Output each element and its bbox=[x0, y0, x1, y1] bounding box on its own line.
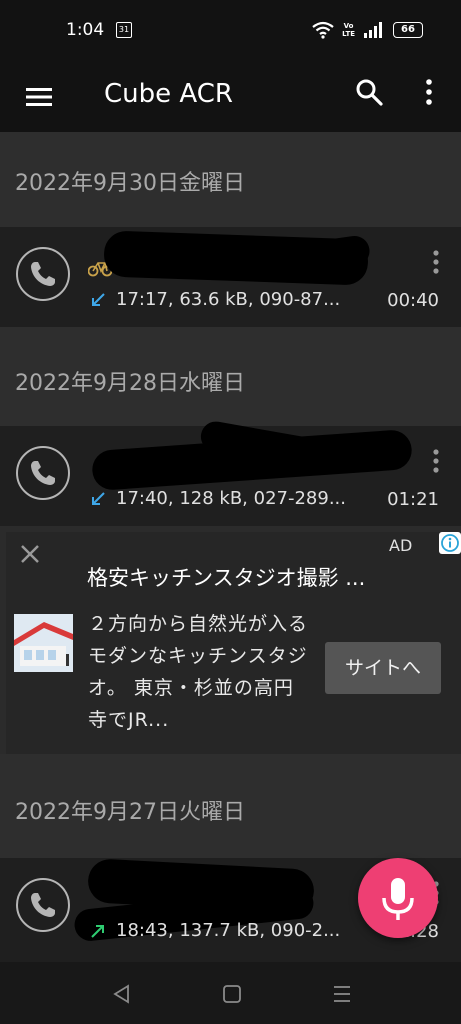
search-icon bbox=[356, 79, 383, 106]
call-details-text: 17:17, 63.6 kB, 090-87... bbox=[116, 289, 341, 310]
battery-icon: 66 bbox=[393, 22, 423, 38]
search-button[interactable] bbox=[354, 77, 384, 107]
phone-icon bbox=[16, 446, 70, 500]
status-bar: 1:04 31 Vo LTE 66 bbox=[0, 0, 461, 62]
recents-menu-icon bbox=[334, 986, 350, 1002]
nav-recents-button[interactable] bbox=[330, 982, 354, 1006]
more-vert-icon bbox=[426, 79, 432, 105]
phone-icon bbox=[16, 878, 70, 932]
call-row[interactable]: 17:17, 63.6 kB, 090-87... 00:40 bbox=[0, 227, 461, 327]
call-duration: 01:21 bbox=[387, 489, 439, 510]
home-square-icon bbox=[223, 985, 241, 1003]
record-voice-fab[interactable] bbox=[358, 858, 438, 938]
microphone-icon bbox=[382, 878, 414, 920]
status-time: 1:04 bbox=[66, 20, 105, 40]
date-header-text: 2022年9月27日火曜日 bbox=[15, 800, 245, 825]
date-header: 2022年9月27日火曜日 bbox=[0, 754, 461, 858]
call-row-menu-button[interactable] bbox=[428, 249, 444, 275]
phone-icon bbox=[16, 247, 70, 301]
volte-top: Vo bbox=[343, 22, 354, 30]
incoming-call-arrow-icon bbox=[92, 292, 105, 306]
ad-label: AD bbox=[389, 536, 413, 555]
ad-image[interactable] bbox=[14, 614, 73, 672]
back-triangle-icon bbox=[113, 984, 129, 1004]
ad-description[interactable]: ２方向から自然光が入るモダンなキッチンスタジオ。 東京・杉並の高円寺でJR... bbox=[88, 608, 308, 736]
app-title: Cube ACR bbox=[104, 79, 233, 109]
phone-glyph bbox=[31, 262, 55, 286]
volte-bottom: LTE bbox=[342, 30, 355, 38]
ad-banner[interactable]: AD 格安キッチンスタジオ撮影 ... ２方向から自然光が入るモダンなキッチンス… bbox=[6, 532, 461, 754]
info-icon bbox=[441, 534, 459, 552]
menu-button[interactable] bbox=[24, 82, 54, 112]
calendar-notification-icon: 31 bbox=[116, 22, 132, 38]
kitchen-studio-image bbox=[14, 614, 73, 672]
call-details: 18:43, 137.7 kB, 090-2... bbox=[90, 920, 340, 941]
call-details: 17:40, 128 kB, 027-289... bbox=[90, 488, 346, 509]
nav-home-button[interactable] bbox=[220, 982, 244, 1006]
call-details-text: 17:40, 128 kB, 027-289... bbox=[116, 488, 346, 509]
ad-close-button[interactable] bbox=[18, 542, 42, 566]
more-vert-icon bbox=[433, 250, 439, 274]
incoming-call-arrow-icon bbox=[92, 491, 105, 505]
app-screen: 1:04 31 Vo LTE 66 Cube ACR 2022年9月30日金曜日… bbox=[0, 0, 461, 1024]
ad-title[interactable]: 格安キッチンスタジオ撮影 ... bbox=[87, 562, 365, 592]
overflow-menu-button[interactable] bbox=[417, 77, 441, 107]
menu-icon bbox=[26, 88, 52, 106]
call-details: 17:17, 63.6 kB, 090-87... bbox=[90, 289, 340, 310]
status-icons: Vo LTE 66 bbox=[312, 18, 423, 42]
date-header: 2022年9月28日水曜日 bbox=[0, 327, 461, 426]
ad-cta-button[interactable]: サイトへ bbox=[325, 642, 441, 694]
call-row[interactable]: 17:40, 128 kB, 027-289... 01:21 bbox=[0, 419, 461, 526]
phone-glyph bbox=[31, 893, 55, 917]
call-row-menu-button[interactable] bbox=[428, 448, 444, 474]
date-header: 2022年9月30日金曜日 bbox=[0, 132, 461, 227]
ad-choices-button[interactable] bbox=[439, 532, 461, 554]
app-bar: Cube ACR bbox=[0, 62, 461, 132]
outgoing-call-arrow-icon bbox=[91, 924, 104, 938]
nav-back-button[interactable] bbox=[110, 982, 134, 1006]
volte-icon: Vo LTE bbox=[342, 22, 355, 38]
close-icon bbox=[21, 545, 39, 563]
call-details-text: 18:43, 137.7 kB, 090-2... bbox=[116, 920, 341, 941]
date-header-text: 2022年9月30日金曜日 bbox=[15, 171, 245, 196]
call-duration: 00:40 bbox=[387, 290, 439, 311]
phone-glyph bbox=[31, 461, 55, 485]
date-header-text: 2022年9月28日水曜日 bbox=[15, 371, 245, 396]
more-vert-icon bbox=[433, 449, 439, 473]
signal-icon bbox=[364, 22, 382, 38]
wifi-icon bbox=[312, 21, 334, 39]
system-navigation-bar bbox=[0, 962, 461, 1024]
